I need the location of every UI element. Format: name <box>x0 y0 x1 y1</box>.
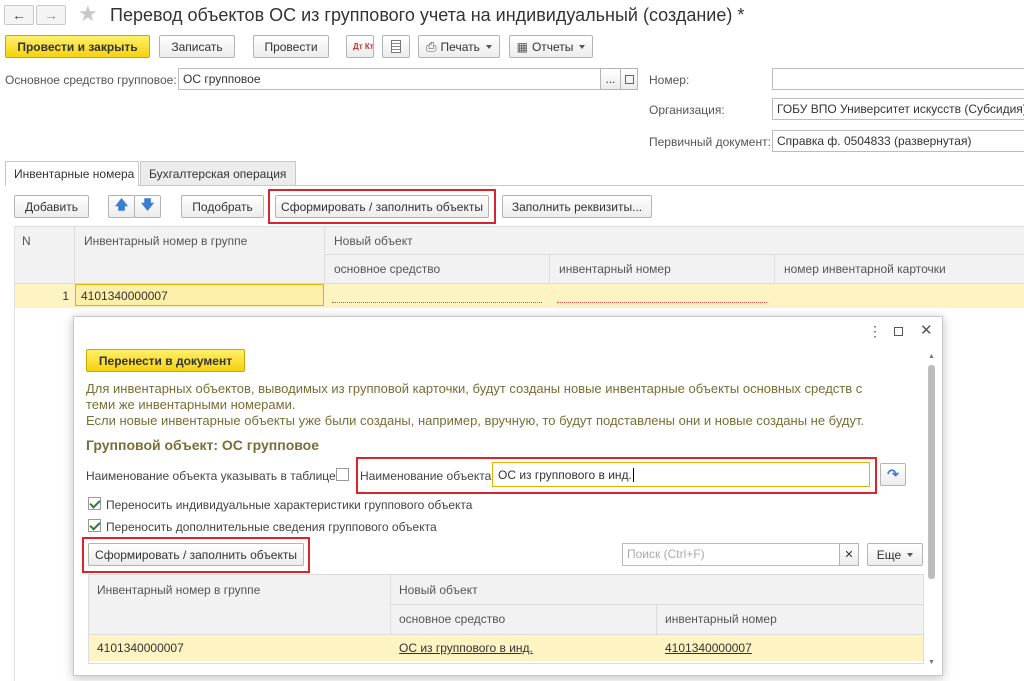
info-text-line3: Если новые инвентарные объекты уже были … <box>86 413 865 428</box>
more-label: Еще <box>876 547 902 562</box>
arrow-up-icon: 🡅 <box>114 196 129 212</box>
more-button[interactable]: Еще <box>867 543 923 566</box>
os-group-label: Основное средство групповое: <box>5 73 177 87</box>
row-os-link[interactable]: ОС из группового в инд. <box>399 641 533 655</box>
forward-button[interactable]: → <box>36 5 66 25</box>
reports-label: Отчеты <box>531 39 574 54</box>
col-header-inv-group[interactable]: Инвентарный номер в группе <box>84 234 247 248</box>
tab-inventory-numbers[interactable]: Инвентарные номера <box>5 161 139 186</box>
row-n: 1 <box>62 289 69 303</box>
os-group-select-button[interactable]: ... <box>600 68 621 90</box>
dtkt-icon: Дт Кт <box>353 41 374 51</box>
dtkt-button[interactable]: Дт Кт <box>346 35 374 58</box>
row-inv-group: 4101340000007 <box>81 289 168 303</box>
info-text-line1: Для инвентарных объектов, выводимых из г… <box>86 381 863 396</box>
col-header-os[interactable]: основное средство <box>399 612 505 626</box>
maximize-icon[interactable] <box>894 327 903 336</box>
fill-details-button[interactable]: Заполнить реквизиты... <box>502 195 652 218</box>
highlight-frame <box>82 537 310 573</box>
redo-arrow-icon: ↷ <box>887 466 899 482</box>
os-group-field[interactable]: ОС групповое <box>178 68 601 90</box>
info-text-line2: теми же инвентарными номерами. <box>86 397 296 412</box>
post-and-close-button[interactable]: Провести и закрыть <box>5 35 150 58</box>
number-label: Номер: <box>649 73 690 87</box>
transfer-additional-checkbox[interactable] <box>88 519 101 532</box>
chevron-down-icon <box>907 552 914 557</box>
report-icon: ▦ <box>516 39 528 54</box>
list-view-button[interactable] <box>382 35 410 58</box>
clear-search-button[interactable]: ✕ <box>839 543 859 566</box>
chevron-down-icon <box>485 44 492 49</box>
object-name-label: Наименование объекта: <box>360 469 495 483</box>
col-header-inv-group[interactable]: Инвентарный номер в группе <box>97 583 260 597</box>
row-inv-number-cell[interactable] <box>557 288 767 303</box>
transfer-to-document-button[interactable]: Перенести в документ <box>86 349 245 372</box>
col-header-new-object[interactable]: Новый объект <box>334 234 413 248</box>
more-actions-icon[interactable]: ⋮ <box>868 323 882 340</box>
primary-doc-label: Первичный документ: <box>649 135 771 149</box>
group-object-title: Групповой объект: ОС групповое <box>86 437 320 453</box>
apply-name-button[interactable]: ↷ <box>880 463 906 486</box>
row-inv-number-link[interactable]: 4101340000007 <box>665 641 752 655</box>
dialog-table: Инвентарный номер в группе Новый объект … <box>88 574 924 664</box>
arrow-left-icon: ← <box>12 7 26 23</box>
object-name-value: ОС из группового в инд. <box>498 468 632 482</box>
add-button[interactable]: Добавить <box>14 195 89 218</box>
organization-label: Организация: <box>649 103 725 117</box>
search-input[interactable]: Поиск (Ctrl+F) <box>622 543 840 566</box>
move-up-button[interactable]: 🡅 <box>108 195 135 218</box>
row-card-number-cell[interactable] <box>782 288 1012 303</box>
window-title: Перевод объектов ОС из группового учета … <box>110 5 745 25</box>
arrow-down-icon: 🡇 <box>140 196 155 212</box>
number-field[interactable] <box>772 68 1024 90</box>
col-header-n[interactable]: N <box>22 234 31 248</box>
dialog-scrollbar[interactable]: ▲ ▼ <box>927 353 936 671</box>
col-header-card-number[interactable]: номер инвентарной карточки <box>784 262 946 276</box>
scroll-up-icon[interactable]: ▲ <box>928 353 935 360</box>
open-window-icon <box>624 74 634 84</box>
scroll-down-icon[interactable]: ▼ <box>928 659 935 666</box>
save-button[interactable]: Записать <box>159 35 235 58</box>
highlight-frame <box>268 189 496 224</box>
favorite-star-icon[interactable]: ★ <box>78 2 98 26</box>
search-placeholder: Поиск (Ctrl+F) <box>627 547 705 561</box>
tab-accounting-operation[interactable]: Бухгалтерская операция <box>140 161 296 185</box>
reports-button[interactable]: ▦ Отчеты <box>509 35 593 58</box>
back-button[interactable]: ← <box>4 5 34 25</box>
row-inv-group: 4101340000007 <box>97 641 184 655</box>
arrow-right-icon: → <box>44 7 58 23</box>
printer-icon: ⎙ <box>426 38 437 54</box>
tab-label: Бухгалтерская операция <box>149 167 287 181</box>
object-name-input[interactable]: ОС из группового в инд. <box>492 462 870 487</box>
table-row[interactable]: 1 4101340000007 <box>14 284 1024 308</box>
name-in-table-checkbox[interactable] <box>336 468 349 481</box>
main-table: N Инвентарный номер в группе Новый объек… <box>14 226 1024 311</box>
document-list-icon <box>391 40 401 53</box>
col-header-new-object[interactable]: Новый объект <box>399 583 478 597</box>
primary-doc-field[interactable]: Справка ф. 0504833 (развернутая) <box>772 130 1024 152</box>
row-os-cell[interactable] <box>332 288 542 303</box>
organization-field[interactable]: ГОБУ ВПО Университет искусств (Субсидия) <box>772 98 1024 120</box>
print-button[interactable]: ⎙ Печать <box>418 35 500 58</box>
close-icon[interactable]: ✕ <box>920 321 933 339</box>
close-icon: ✕ <box>844 549 854 561</box>
pick-button[interactable]: Подобрать <box>181 195 264 218</box>
row-inv-group-cell[interactable]: 4101340000007 <box>75 284 324 306</box>
print-label: Печать <box>440 39 480 54</box>
transfer-individual-label: Переносить индивидуальные характеристики… <box>106 498 473 512</box>
transfer-additional-label: Переносить дополнительные сведения групп… <box>106 520 437 534</box>
chevron-down-icon <box>579 44 586 49</box>
col-header-os[interactable]: основное средство <box>334 262 440 276</box>
transfer-individual-checkbox[interactable] <box>88 497 101 510</box>
post-button[interactable]: Провести <box>253 35 329 58</box>
name-in-table-label: Наименование объекта указывать в таблице… <box>86 469 340 483</box>
col-header-inv-number[interactable]: инвентарный номер <box>559 262 671 276</box>
os-group-open-button[interactable] <box>620 68 638 90</box>
tab-label: Инвентарные номера <box>14 167 135 181</box>
move-down-button[interactable]: 🡇 <box>134 195 161 218</box>
scrollbar-thumb[interactable] <box>928 365 935 579</box>
table-row[interactable]: 4101340000007 ОС из группового в инд. 41… <box>89 635 923 661</box>
col-header-inv-number[interactable]: инвентарный номер <box>665 612 777 626</box>
fill-objects-dialog: ⋮ ✕ Перенести в документ Для инвентарных… <box>73 316 943 676</box>
